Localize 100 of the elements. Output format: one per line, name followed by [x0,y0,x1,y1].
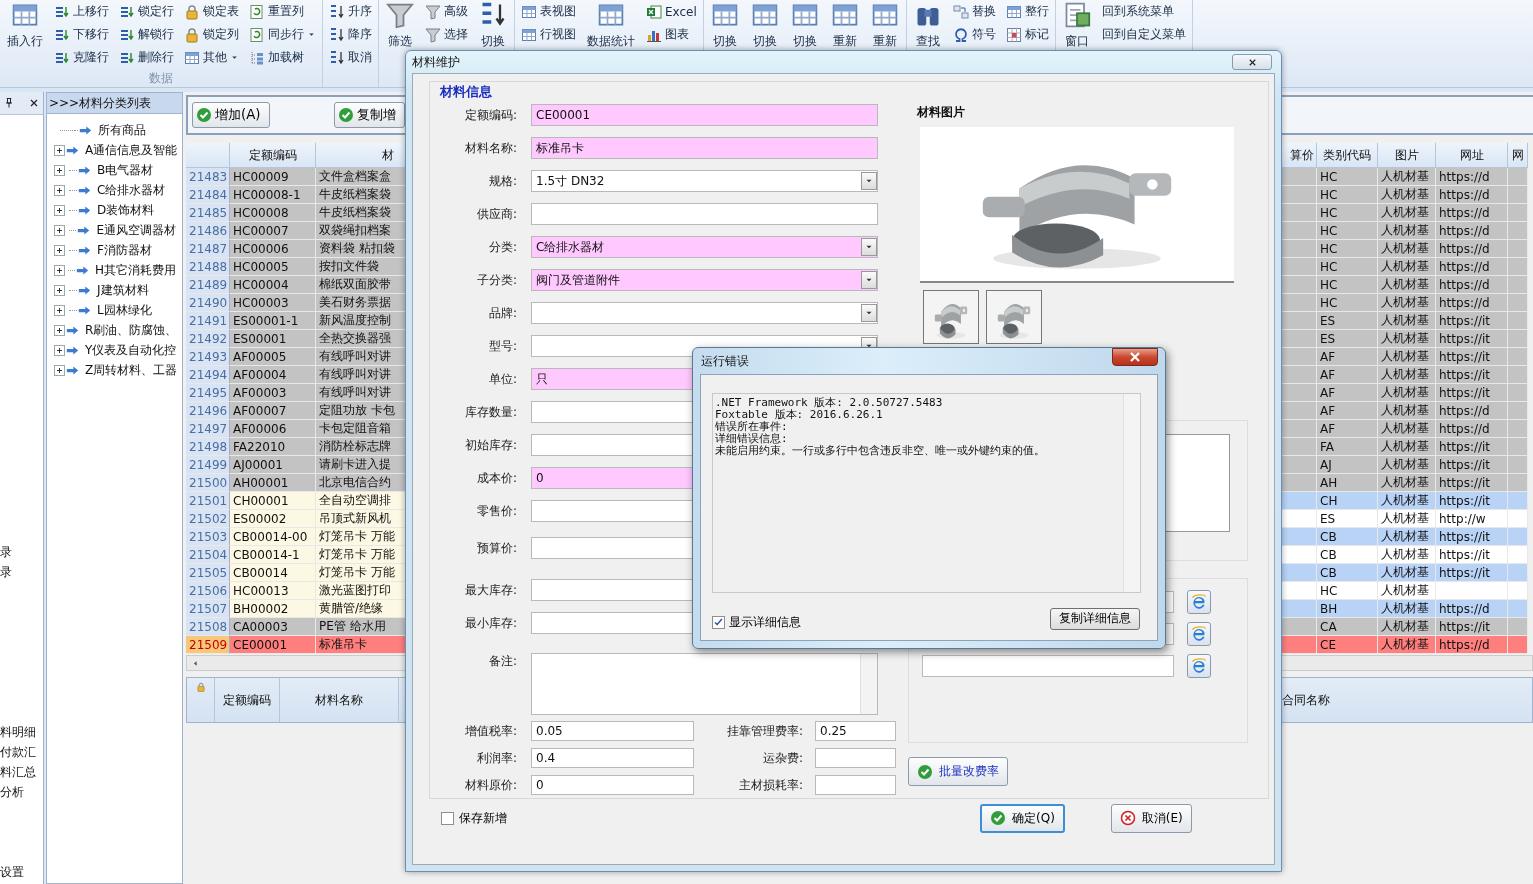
panel-title: >>>材料分类列表 [47,93,182,114]
table-cell: CA [1317,618,1378,636]
field-label: 运杂费: [761,749,803,767]
table-cell: ES [1317,330,1378,348]
table-cell: HC [1317,186,1378,204]
group-label: 数据 [149,70,173,86]
table-cell: 人机材基 [1378,510,1436,528]
table-cell: 人机材基 [1378,546,1436,564]
table-cell: ES00001-1 [230,312,316,330]
table-cell: https://d [1436,168,1508,186]
table-cell: http://w [1436,510,1508,528]
error-line: Foxtable 版本: 2016.6.26.1 [715,409,884,421]
table-cell: AJ [1317,456,1378,474]
field-label: 增值税率: [463,722,517,740]
field-label: 分类: [487,238,517,256]
table-cell: 人机材基 [1378,276,1436,294]
field-label: 利润率: [475,749,517,767]
table-cell: CE00001 [230,636,316,654]
table-cell: FA [1317,438,1378,456]
table-cell: 人机材基 [1378,312,1436,330]
table-cell: 人机材基 [1378,366,1436,384]
field-label: 供应商: [475,205,517,223]
table-cell: HC [1317,222,1378,240]
table-cell: AF00004 [230,366,316,384]
table-cell: https://it [1436,492,1508,510]
table-cell: https://it [1436,384,1508,402]
table-cell: HC [1317,294,1378,312]
table-cell: HC00009 [230,168,316,186]
table-cell: CB00014 [230,564,316,582]
table-cell: HC00003 [230,294,316,312]
table-cell: 人机材基 [1378,438,1436,456]
table-cell: 人机材基 [1378,420,1436,438]
table-cell: HC [1317,276,1378,294]
table-cell: CA00003 [230,618,316,636]
table-cell: HC [1317,582,1378,600]
table-cell: https://it [1436,546,1508,564]
table-cell: BH00002 [230,600,316,618]
table-cell: https://d [1436,402,1508,420]
table-cell: https://d [1436,420,1508,438]
table-cell: HC00008 [230,204,316,222]
table-cell: CB [1317,528,1378,546]
table-cell: 人机材基 [1378,582,1436,600]
table-cell: CB00014-00 [230,528,316,546]
table-cell: HC [1317,258,1378,276]
table-cell: AJ00001 [230,456,316,474]
table-cell: https://it [1436,618,1508,636]
field-label: 备注: [487,653,517,670]
table-cell: BH [1317,600,1378,618]
table-cell: 人机材基 [1378,384,1436,402]
table-cell: AF [1317,384,1378,402]
field-label: 材料原价: [463,776,517,794]
field-label: 最大库存: [463,581,517,599]
table-cell: ES [1317,510,1378,528]
table-cell: https://d [1436,186,1508,204]
table-cell: https://it [1436,438,1508,456]
table-cell: https://d [1436,600,1508,618]
table-cell: https://d [1436,276,1508,294]
table-cell: https://d [1436,222,1508,240]
field-label: 初始库存: [463,436,517,454]
table-cell: 人机材基 [1378,618,1436,636]
table-cell: AH00001 [230,474,316,492]
section-title: 材料信息 [440,83,492,101]
table-cell: CH [1317,492,1378,510]
table-cell: AF00005 [230,348,316,366]
table-cell: https://it [1436,330,1508,348]
table-cell: 人机材基 [1378,348,1436,366]
window-title: 材料维护 [412,53,460,71]
table-cell: HC00008-1 [230,186,316,204]
table-cell: ES00001 [230,330,316,348]
table-cell: 人机材基 [1378,258,1436,276]
table-cell: 人机材基 [1378,330,1436,348]
table-cell: AF [1317,366,1378,384]
table-cell: CB00014-1 [230,546,316,564]
table-cell: https://it [1436,456,1508,474]
table-cell: AF [1317,420,1378,438]
field-label: 挂靠管理费率: [725,722,803,740]
table-cell: https://it [1436,474,1508,492]
table-cell: ES [1317,312,1378,330]
table-cell: https://it [1436,312,1508,330]
table-cell: CB [1317,546,1378,564]
table-cell: HC00005 [230,258,316,276]
table-cell: AF [1317,402,1378,420]
table-cell: CB [1317,564,1378,582]
table-cell: https://d [1436,204,1508,222]
table-cell: 人机材基 [1378,168,1436,186]
table-cell: https://d [1436,258,1508,276]
table-cell: 人机材基 [1378,402,1436,420]
section-title: 材料图片 [917,104,966,120]
table-cell: 人机材基 [1378,222,1436,240]
table-cell: AF00006 [230,420,316,438]
field-label: 材料名称: [463,139,517,157]
table-cell: AH [1317,474,1378,492]
table-cell: 人机材基 [1378,240,1436,258]
table-cell: 人机材基 [1378,528,1436,546]
table-cell: HC00004 [230,276,316,294]
table-cell: https://it [1436,564,1508,582]
table-cell: HC [1317,168,1378,186]
table-cell: 人机材基 [1378,600,1436,618]
table-cell: https://d [1436,636,1508,654]
error-line: 未能启用约束。一行或多行中包含违反非空、唯一或外键约束的值。 [715,445,1046,457]
